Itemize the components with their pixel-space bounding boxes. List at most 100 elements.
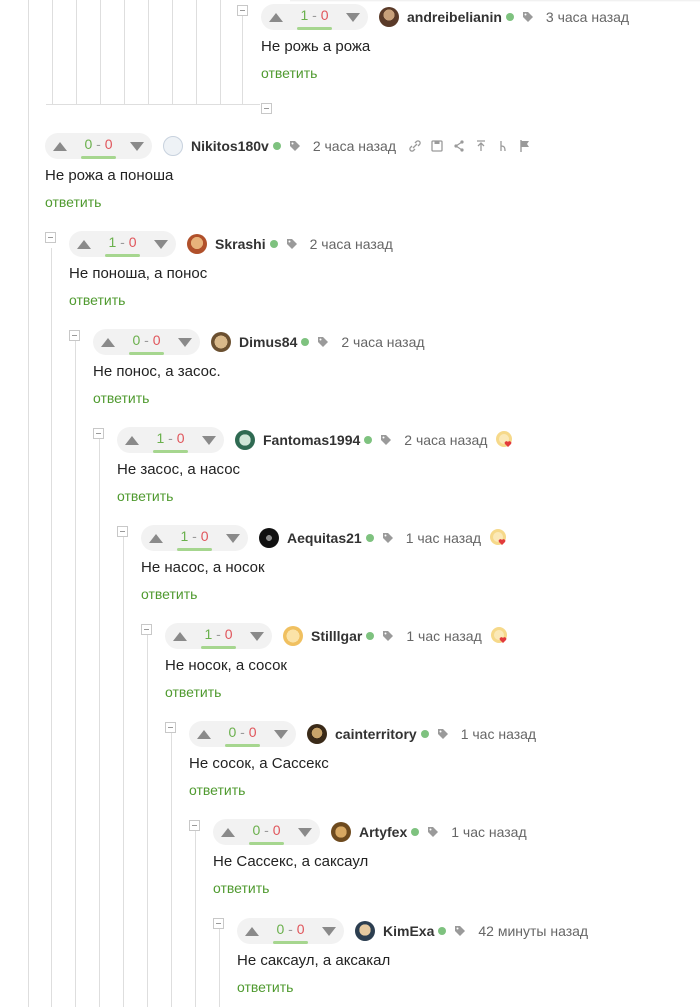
upvote-icon[interactable] [53,141,67,151]
reply-link[interactable]: ответить [117,488,173,504]
upvote-icon[interactable] [173,631,187,641]
thread-line [172,0,173,104]
timestamp[interactable]: 2 часа назад [341,334,424,350]
tag-icon[interactable] [382,532,394,544]
tag-icon[interactable] [286,238,298,250]
online-status-icon [364,436,373,444]
tag-icon[interactable] [437,728,449,740]
upvote-icon[interactable] [149,533,163,543]
author-link[interactable]: Nikitos180v [191,138,269,154]
collapse-thread-button[interactable] [69,330,80,341]
timestamp[interactable]: 1 час назад [461,726,536,742]
tag-icon[interactable] [522,11,534,23]
tag-icon[interactable] [427,826,439,838]
tag-icon[interactable] [317,336,329,348]
collapse-thread-button[interactable] [45,232,56,243]
rating-control: 0 - 0 [93,329,200,355]
collapse-thread-button[interactable] [141,624,152,635]
upvote-icon[interactable] [101,337,115,347]
reply-link[interactable]: ответить [141,586,197,602]
upvote-icon[interactable] [269,12,283,22]
timestamp[interactable]: 1 час назад [451,824,526,840]
comment-header: 0 - 0 cainterritory 1 час назад [189,721,544,747]
author-link[interactable]: Skrashi [215,236,266,252]
downvote-icon[interactable] [201,435,216,445]
online-status-icon [269,240,278,248]
avatar[interactable] [211,332,231,352]
downvote-icon[interactable] [129,141,144,151]
report-flag-icon[interactable] [518,139,532,153]
avatar[interactable] [355,921,375,941]
tag-icon[interactable] [382,630,394,642]
tag-icon[interactable] [289,140,301,152]
comment-header: 0 - 0 Nikitos180v 2 часа назад [45,133,532,159]
downvote-icon[interactable] [273,729,288,739]
collapse-thread-button[interactable] [165,722,176,733]
author-link[interactable]: andreibelianin [407,9,502,25]
avatar[interactable] [379,7,399,27]
avatar[interactable] [259,528,279,548]
reply-link[interactable]: ответить [213,880,269,896]
collapse-thread-button[interactable] [237,5,248,16]
avatar[interactable] [331,822,351,842]
collapse-thread-button[interactable] [213,918,224,929]
timestamp[interactable]: 1 час назад [406,628,481,644]
upvote-icon[interactable] [221,827,235,837]
downvote-icon[interactable] [321,926,336,936]
award-heart-icon[interactable] [495,430,515,450]
downvote-icon[interactable] [297,827,312,837]
avatar[interactable] [283,626,303,646]
scroll-to-top-icon[interactable] [474,139,488,153]
avatar[interactable] [187,234,207,254]
tag-icon[interactable] [454,925,466,937]
downvote-icon[interactable] [153,239,168,249]
author-link[interactable]: Aequitas21 [287,530,362,546]
comment-text: Не рожа а поноша [45,167,174,184]
reply-link[interactable]: ответить [165,684,221,700]
reply-link[interactable]: ответить [45,194,101,210]
award-heart-icon[interactable] [489,528,509,548]
downvote-icon[interactable] [345,12,360,22]
online-status-icon [272,142,281,150]
downvote-icon[interactable] [177,337,192,347]
timestamp[interactable]: 42 минуты назад [478,923,588,939]
save-icon[interactable] [430,139,444,153]
online-status-icon [411,828,420,836]
collapse-thread-button[interactable] [189,820,200,831]
timestamp[interactable]: 2 часа назад [404,432,487,448]
author-link[interactable]: Stilllgar [311,628,362,644]
author-link[interactable]: Artyfex [359,824,407,840]
author-link[interactable]: cainterritory [335,726,417,742]
downvote-icon[interactable] [249,631,264,641]
link-icon[interactable] [408,139,422,153]
avatar[interactable] [307,724,327,744]
online-status-icon [438,927,447,935]
timestamp[interactable]: 3 часа назад [546,9,629,25]
tag-icon[interactable] [380,434,392,446]
collapse-thread-button[interactable] [117,526,128,537]
timestamp[interactable]: 2 часа назад [310,236,393,252]
avatar[interactable] [235,430,255,450]
author-link[interactable]: KimExa [383,923,434,939]
online-status-icon [505,13,514,21]
avatar[interactable] [163,136,183,156]
author-link[interactable]: Dimus84 [239,334,297,350]
author-link[interactable]: Fantomas1994 [263,432,360,448]
reply-link[interactable]: ответить [69,292,125,308]
timestamp[interactable]: 2 часа назад [313,138,396,154]
upvote-icon[interactable] [77,239,91,249]
upvote-icon[interactable] [197,729,211,739]
share-icon[interactable] [452,139,466,153]
timestamp[interactable]: 1 час назад [406,530,481,546]
collapse-thread-button[interactable] [93,428,104,439]
downvote-icon[interactable] [225,533,240,543]
reply-link[interactable]: ответить [237,979,293,995]
branch-icon[interactable] [496,139,510,153]
upvote-icon[interactable] [125,435,139,445]
upvote-icon[interactable] [245,926,259,936]
reply-link[interactable]: ответить [189,782,245,798]
reply-link[interactable]: ответить [261,65,317,81]
award-heart-icon[interactable] [490,626,510,646]
reply-link[interactable]: ответить [93,390,149,406]
collapse-thread-button[interactable] [261,103,272,114]
